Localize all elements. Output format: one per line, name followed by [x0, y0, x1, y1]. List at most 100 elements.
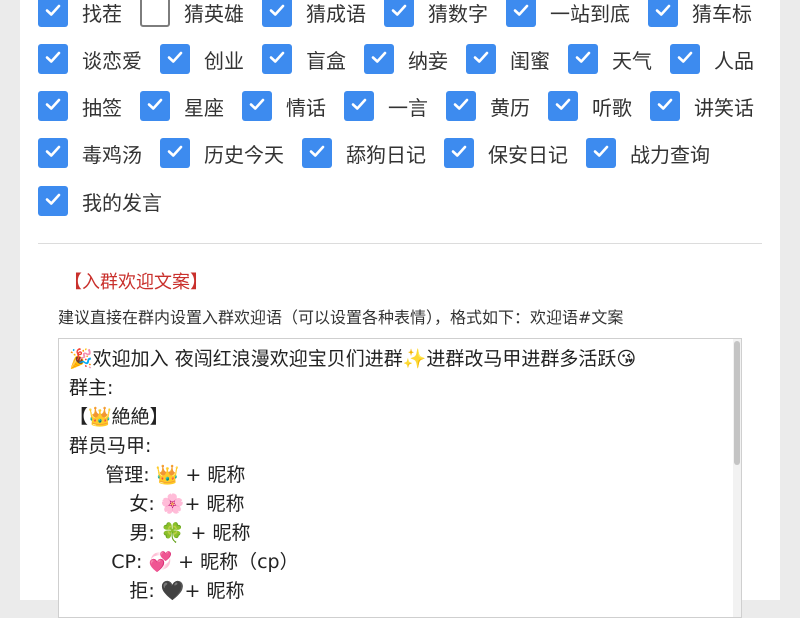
feature-option[interactable]: 创业 — [160, 44, 260, 74]
feature-option[interactable]: 讲笑话 — [650, 91, 770, 121]
checkmark-icon — [553, 94, 573, 118]
checkbox-checked[interactable] — [262, 0, 292, 27]
feature-option-label: 毒鸡汤 — [82, 142, 142, 167]
checkmark-icon — [389, 0, 409, 24]
feature-option-label: 情话 — [286, 95, 326, 120]
feature-option-label: 一言 — [388, 95, 428, 120]
feature-option-label: 找茬 — [82, 1, 122, 26]
welcome-text-line: 女: 🌸+ 昵称 — [69, 493, 245, 515]
welcome-text-line: 【👑絶絶】 — [69, 406, 169, 428]
feature-row: 毒鸡汤 历史今天 舔狗日记 保安日记 战力查询 — [38, 135, 728, 171]
feature-option[interactable]: 战力查询 — [586, 138, 726, 168]
feature-option-label: 纳妾 — [408, 48, 448, 73]
feature-option-label: 战力查询 — [630, 142, 710, 167]
textarea-scroll-thumb[interactable] — [734, 341, 740, 465]
checkmark-icon — [451, 94, 471, 118]
checkbox-checked[interactable] — [242, 91, 272, 121]
checkmark-icon — [165, 141, 185, 165]
checkbox-checked[interactable] — [648, 0, 678, 27]
checkbox-checked[interactable] — [38, 44, 68, 74]
checkmark-icon — [675, 47, 695, 71]
feature-option-label: 猜英雄 — [184, 1, 244, 26]
feature-option-label: 猜成语 — [306, 1, 366, 26]
welcome-section-title: 【入群欢迎文案】 — [64, 272, 208, 293]
feature-option-label: 黄历 — [490, 95, 530, 120]
checkbox-checked[interactable] — [548, 91, 578, 121]
feature-row: 找茬 猜英雄 猜成语 猜数字 一站到底 猜车标 — [38, 0, 770, 30]
feature-option[interactable]: 人品 — [670, 44, 770, 74]
feature-option-label: 听歌 — [592, 95, 632, 120]
checkbox-checked[interactable] — [444, 138, 474, 168]
feature-option-label: 猜车标 — [692, 1, 752, 26]
checkbox-unchecked[interactable] — [140, 0, 170, 27]
checkbox-checked[interactable] — [364, 44, 394, 74]
checkbox-checked[interactable] — [38, 0, 68, 27]
feature-option[interactable]: 猜车标 — [648, 0, 768, 27]
feature-option[interactable]: 情话 — [242, 91, 342, 121]
feature-option-label: 盲盒 — [306, 48, 346, 73]
feature-option[interactable]: 猜数字 — [384, 0, 504, 27]
feature-option-label: 谈恋爱 — [82, 48, 142, 73]
feature-option-label: 抽签 — [82, 95, 122, 120]
feature-option[interactable]: 舔狗日记 — [302, 138, 442, 168]
checkbox-checked[interactable] — [506, 0, 536, 27]
feature-option[interactable]: 一言 — [344, 91, 444, 121]
feature-option[interactable]: 谈恋爱 — [38, 44, 158, 74]
checkbox-checked[interactable] — [586, 138, 616, 168]
feature-option[interactable]: 黄历 — [446, 91, 546, 121]
feature-option[interactable]: 一站到底 — [506, 0, 646, 27]
checkbox-checked[interactable] — [344, 91, 374, 121]
checkmark-icon — [43, 141, 63, 165]
checkmark-icon — [43, 0, 63, 24]
checkmark-icon — [267, 47, 287, 71]
checkbox-checked[interactable] — [160, 44, 190, 74]
checkbox-checked[interactable] — [160, 138, 190, 168]
feature-option[interactable]: 猜英雄 — [140, 0, 260, 27]
welcome-text-line: 管理: 👑 + 昵称 — [69, 464, 246, 486]
checkmark-icon — [471, 47, 491, 71]
feature-option-label: 一站到底 — [550, 1, 630, 26]
checkmark-icon — [43, 189, 63, 213]
checkbox-checked[interactable] — [466, 44, 496, 74]
feature-option[interactable]: 毒鸡汤 — [38, 138, 158, 168]
checkbox-checked[interactable] — [38, 186, 68, 216]
checkbox-checked[interactable] — [38, 91, 68, 121]
feature-option[interactable]: 星座 — [140, 91, 240, 121]
checkbox-checked[interactable] — [384, 0, 414, 27]
checkmark-icon — [655, 94, 675, 118]
feature-option[interactable]: 抽签 — [38, 91, 138, 121]
feature-option[interactable]: 保安日记 — [444, 138, 584, 168]
feature-option[interactable]: 盲盒 — [262, 44, 362, 74]
feature-option[interactable]: 天气 — [568, 44, 668, 74]
checkbox-checked[interactable] — [38, 138, 68, 168]
welcome-text-line: 🎉欢迎加入 夜闯红浪漫欢迎宝贝们进群✨进群改马甲进群多活跃😘 — [69, 348, 637, 370]
checkmark-icon — [591, 141, 611, 165]
checkbox-checked[interactable] — [262, 44, 292, 74]
checkmark-icon — [449, 141, 469, 165]
feature-option[interactable]: 猜成语 — [262, 0, 382, 27]
checkbox-checked[interactable] — [446, 91, 476, 121]
feature-option[interactable]: 听歌 — [548, 91, 648, 121]
feature-option-label: 创业 — [204, 48, 244, 73]
feature-option[interactable]: 找茬 — [38, 0, 138, 27]
welcome-hint-text: 建议直接在群内设置入群欢迎语（可以设置各种表情），格式如下：欢迎语#文案 — [58, 308, 624, 327]
feature-option[interactable]: 闺蜜 — [466, 44, 566, 74]
feature-option[interactable]: 历史今天 — [160, 138, 300, 168]
welcome-text-line: 拒: 🖤+ 昵称 — [69, 580, 245, 602]
checkmark-icon — [43, 94, 63, 118]
welcome-text-area[interactable]: 🎉欢迎加入 夜闯红浪漫欢迎宝贝们进群✨进群改马甲进群多活跃😘 群主: 【👑絶絶】 群员… — [58, 338, 742, 618]
textarea-scrollbar[interactable] — [733, 339, 741, 617]
feature-row: 谈恋爱 创业 盲盒 纳妾 闺蜜 天气 人品 — [38, 41, 772, 77]
feature-option[interactable]: 我的发言 — [38, 186, 178, 216]
checkbox-checked[interactable] — [670, 44, 700, 74]
feature-option[interactable]: 纳妾 — [364, 44, 464, 74]
checkbox-checked[interactable] — [140, 91, 170, 121]
feature-option-label: 保安日记 — [488, 142, 568, 167]
checkbox-checked[interactable] — [302, 138, 332, 168]
feature-option-label: 天气 — [612, 48, 652, 73]
feature-option-label: 我的发言 — [82, 190, 162, 215]
checkbox-checked[interactable] — [650, 91, 680, 121]
feature-option-label: 舔狗日记 — [346, 142, 426, 167]
welcome-text-line: CP: 💞 + 昵称（cp） — [69, 551, 299, 573]
checkbox-checked[interactable] — [568, 44, 598, 74]
